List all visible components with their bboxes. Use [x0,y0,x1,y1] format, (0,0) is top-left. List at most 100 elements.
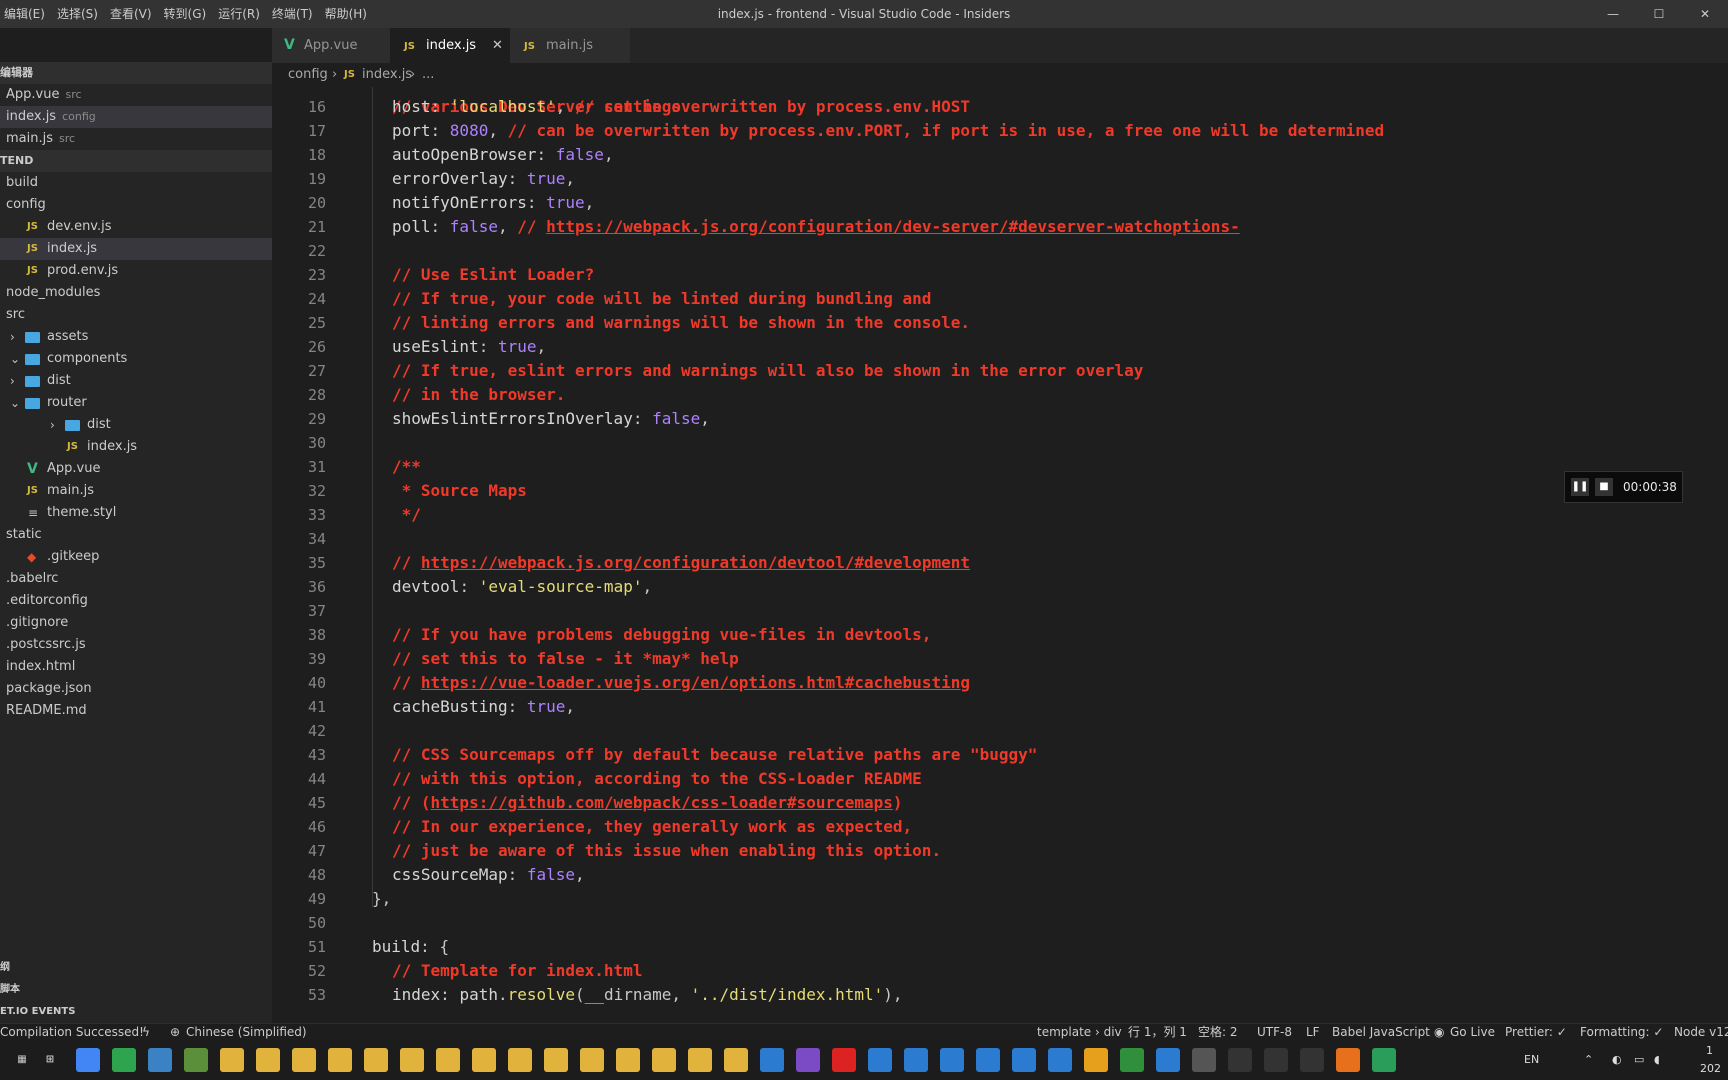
tab-index-js[interactable]: JS index.js ✕ [390,28,510,63]
breadcrumb-file[interactable]: index.js [362,63,412,87]
encoding[interactable]: UTF-8 [1257,1024,1292,1041]
prettier-status[interactable]: Prettier: ✓ [1505,1024,1567,1041]
menu-item[interactable]: 选择(S) [53,0,106,28]
code-token[interactable]: https://github.com/webpack/css-loader#so… [431,793,893,812]
taskbar-app-icon[interactable] [292,1048,316,1072]
tree-item[interactable]: ◆ .gitkeep [0,546,272,568]
taskbar-app-icon[interactable] [508,1048,532,1072]
taskbar-app-icon[interactable] [148,1048,172,1072]
tree-item[interactable]: .postcssrc.js [0,634,272,656]
taskbar-app-icon[interactable] [868,1048,892,1072]
compilation-status[interactable]: Compilation Successed! [0,1024,144,1041]
tree-item[interactable]: src [0,304,272,326]
taskbar-app-icon[interactable] [364,1048,388,1072]
tree-item[interactable]: ⌄ components [0,348,272,370]
code-token[interactable]: https://vue-loader.vuejs.org/en/options.… [421,673,970,692]
taskbar-app-icon[interactable] [220,1048,244,1072]
breadcrumb-folder[interactable]: config [288,63,328,87]
menu-item[interactable]: 转到(G) [160,0,215,28]
taskbar-app-icon[interactable] [472,1048,496,1072]
taskbar-app-icon[interactable] [1084,1048,1108,1072]
tree-item[interactable]: .babelrc [0,568,272,590]
tree-item[interactable]: JS index.js [0,436,272,458]
taskbar-app-icon[interactable] [1264,1048,1288,1072]
pause-button[interactable]: ❚❚ [1571,478,1589,496]
ime-icon[interactable]: ◐ [1612,1040,1622,1080]
tree-item[interactable]: › dist [0,414,272,436]
menu-item[interactable]: 终端(T) [268,0,321,28]
taskbar-app-icon[interactable] [724,1048,748,1072]
menu-item[interactable]: 编辑(E) [0,0,53,28]
open-editor-item[interactable]: App.vue src [0,84,272,106]
taskbar-app-icon[interactable] [1120,1048,1144,1072]
emmet-breadcrumb[interactable]: template › div [1037,1024,1122,1041]
network-icon[interactable]: ▭ [1634,1040,1644,1080]
minimize-button[interactable]: — [1590,0,1636,28]
taskbar-app-icon[interactable] [616,1048,640,1072]
open-editor-item[interactable]: main.js src [0,128,272,150]
node-version[interactable]: Node v12. [1674,1024,1728,1041]
taskbar-app-icon[interactable] [1372,1048,1396,1072]
outline-panel-header[interactable]: 纲 [0,957,272,979]
formatting-status[interactable]: Formatting: ✓ [1580,1024,1663,1041]
tree-item[interactable]: ⌄ router [0,392,272,414]
project-header[interactable]: TEND [0,150,272,172]
taskbar-app-icon[interactable] [76,1048,100,1072]
open-editor-item[interactable]: index.js config [0,106,272,128]
tree-item[interactable]: config [0,194,272,216]
tree-item[interactable]: README.md [0,700,272,722]
taskbar-app-icon[interactable] [256,1048,280,1072]
input-language[interactable]: EN [1524,1040,1539,1080]
indentation[interactable]: 空格: 2 [1198,1024,1238,1041]
taskbar-app-icon[interactable] [760,1048,784,1072]
menu-item[interactable]: 运行(R) [214,0,268,28]
tree-item[interactable]: JS index.js [0,238,272,260]
taskbar-app-icon[interactable] [976,1048,1000,1072]
volume-icon[interactable]: ◖ [1654,1040,1660,1080]
taskbar-app-icon[interactable] [904,1048,928,1072]
close-icon[interactable]: ✕ [492,28,503,63]
tree-item[interactable]: ≡ theme.styl [0,502,272,524]
taskbar-app-icon[interactable] [940,1048,964,1072]
tree-item[interactable]: JS prod.env.js [0,260,272,282]
taskbar-app-icon[interactable] [652,1048,676,1072]
taskbar-app-icon[interactable] [796,1048,820,1072]
code-token[interactable]: https://webpack.js.org/configuration/dev… [421,553,970,572]
tree-item[interactable]: V App.vue [0,458,272,480]
taskbar-app-icon[interactable] [1192,1048,1216,1072]
tree-item[interactable]: JS main.js [0,480,272,502]
taskbar-app-icon[interactable] [436,1048,460,1072]
stop-button[interactable]: ■ [1595,478,1613,496]
tab-app-vue[interactable]: V App.vue [272,28,390,63]
clock-time[interactable]: 1 [1706,1044,1713,1057]
breadcrumb-more[interactable]: ... [422,63,434,87]
taskbar-app-icon[interactable] [1228,1048,1252,1072]
taskbar-app-icon[interactable] [400,1048,424,1072]
taskbar-app-icon[interactable] [544,1048,568,1072]
code-token[interactable]: https://webpack.js.org/configuration/dev… [546,217,1240,236]
taskbar-app-icon[interactable] [1300,1048,1324,1072]
tree-item[interactable]: static [0,524,272,546]
tree-item[interactable]: JS dev.env.js [0,216,272,238]
start-icon[interactable]: ▦ [10,1048,34,1072]
tree-item[interactable]: .gitignore [0,612,272,634]
tree-item[interactable]: package.json [0,678,272,700]
maximize-button[interactable]: ☐ [1636,0,1682,28]
clock-date[interactable]: 202 [1700,1062,1721,1075]
line-ending[interactable]: LF [1306,1024,1320,1041]
close-window-button[interactable]: ✕ [1682,0,1728,28]
taskbar-app-icon[interactable] [832,1048,856,1072]
tree-item[interactable]: › dist [0,370,272,392]
menu-item[interactable]: 查看(V) [106,0,160,28]
taskbar-app-icon[interactable] [1012,1048,1036,1072]
menu-item[interactable]: 帮助(H) [321,0,375,28]
tree-item[interactable]: .editorconfig [0,590,272,612]
taskbar-app-icon[interactable] [1156,1048,1180,1072]
language-pack[interactable]: Chinese (Simplified) [186,1024,307,1041]
tree-item[interactable]: index.html [0,656,272,678]
code-editor[interactable]: // various Dev Server settings 16 host: '… [272,87,1728,1023]
taskbar-app-icon[interactable] [688,1048,712,1072]
tree-item[interactable]: build [0,172,272,194]
taskbar-app-icon[interactable] [328,1048,352,1072]
taskbar-app-icon[interactable] [1048,1048,1072,1072]
